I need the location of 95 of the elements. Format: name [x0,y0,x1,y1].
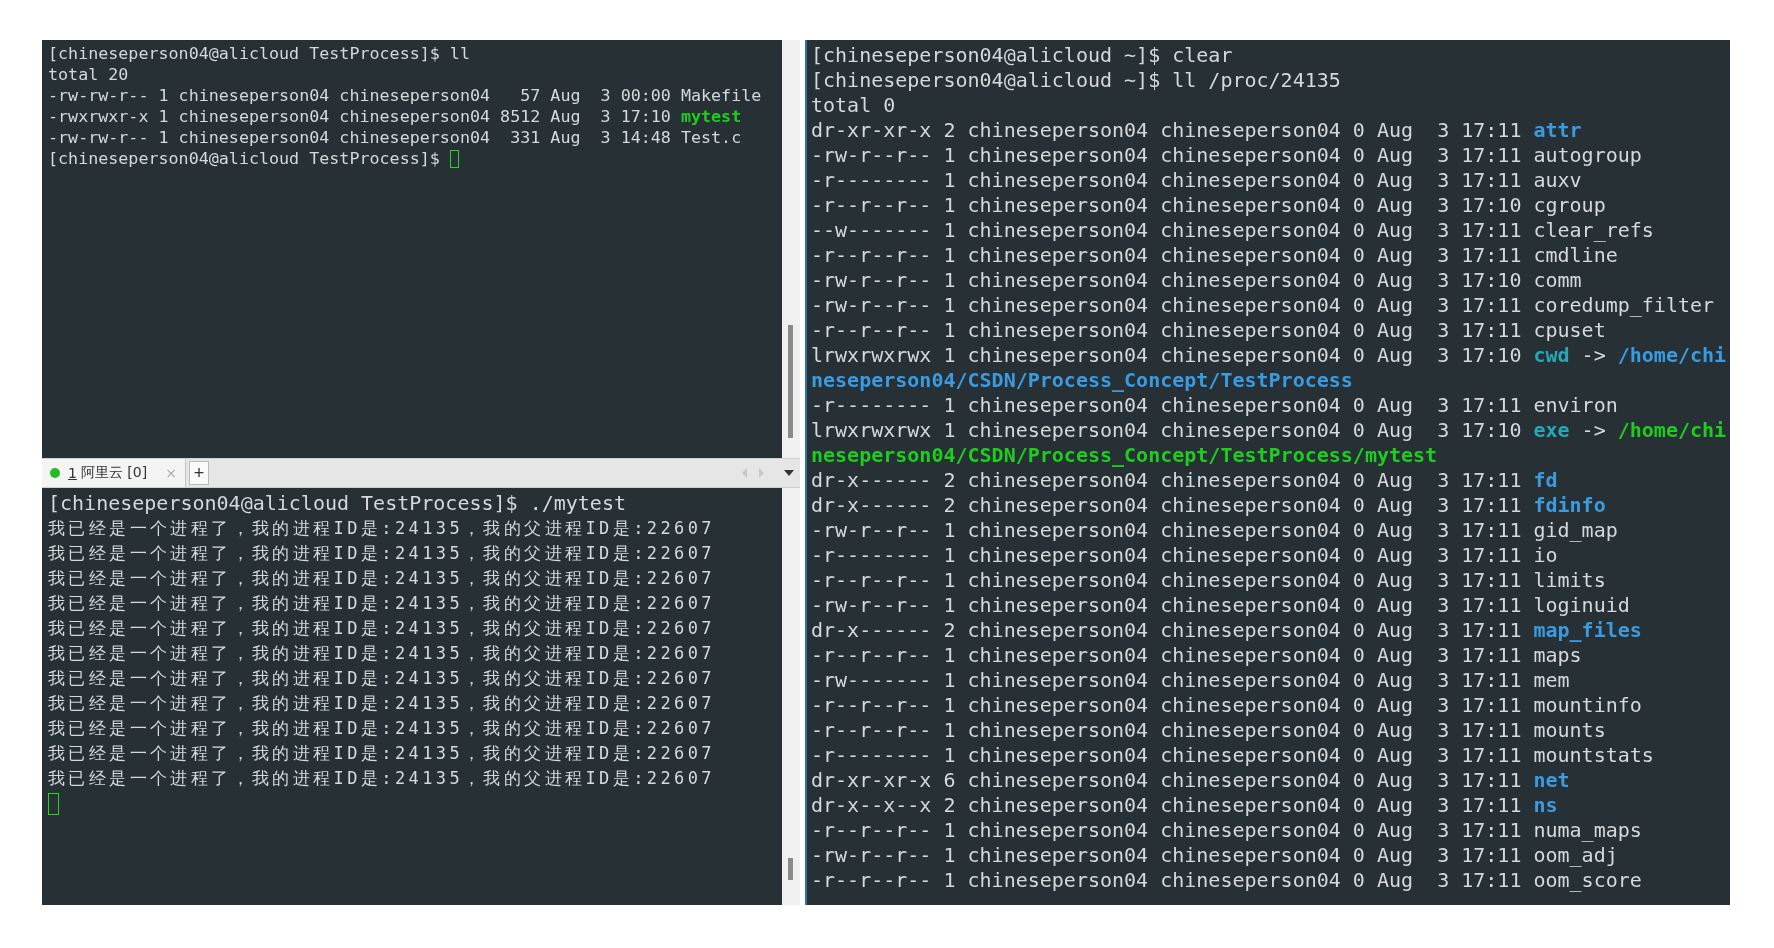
file-name: autogroup [1533,143,1642,168]
listing-details: dr-xr-xr-x 2 chineseperson04 chineseperson04 0 Aug 3 17:11 [811,118,1522,143]
listing-details: -r-------- 1 chineseperson04 chineseperson04 0 Aug 3 17:11 [811,393,1522,418]
link-target: /home/chi [1617,418,1727,443]
listing-details: dr-x--x--x 2 chineseperson04 chineseperson04 0 Aug 3 17:11 [811,793,1522,818]
file-name: io [1533,543,1558,568]
listing-details: -r--r--r-- 1 chineseperson04 chineseperson04 0 Aug 3 17:11 [811,718,1522,743]
file-name: Test.c [680,127,742,148]
program-output: 我已经是一个进程了，我的进程ID是:24135，我的父进程ID是:22607 [48,767,715,790]
program-output: 我已经是一个进程了，我的进程ID是:24135，我的父进程ID是:22607 [48,692,715,715]
listing-details: -r-------- 1 chineseperson04 chineseperson04 0 Aug 3 17:11 [811,743,1522,768]
new-tab-button[interactable]: + [188,461,209,485]
terminal-text: [chineseperson04@alicloud TestProcess]$ ll [48,43,470,64]
listing-details: -rw-r--r-- 1 chineseperson04 chineseperson04 0 Aug 3 17:11 [811,293,1522,318]
program-output: 我已经是一个进程了，我的进程ID是:24135，我的父进程ID是:22607 [48,592,715,615]
listing-details: -rw-rw-r-- 1 chineseperson04 chineseperson04 331 Aug 3 14:48 [48,127,671,148]
directory-name: attr [1533,118,1582,143]
file-name: gid_map [1533,518,1618,543]
file-name: clear_refs [1533,218,1654,243]
listing-details: -rw-r--r-- 1 chineseperson04 chineseperson04 0 Aug 3 17:11 [811,843,1522,868]
link-target: /home/chi [1617,343,1727,368]
program-output: 我已经是一个进程了，我的进程ID是:24135，我的父进程ID是:22607 [48,742,715,765]
listing-details: -r--r--r-- 1 chineseperson04 chineseperson04 0 Aug 3 17:11 [811,818,1522,843]
directory-name: fdinfo [1533,493,1606,518]
file-name: Makefile [680,85,762,106]
file-name: cgroup [1533,193,1606,218]
symlink-name: cwd [1533,343,1570,368]
program-output: 我已经是一个进程了，我的进程ID是:24135，我的父进程ID是:22607 [48,617,715,640]
scroll-left-icon[interactable] [740,467,749,479]
directory-name: fd [1533,468,1558,493]
caret-icon[interactable] [784,470,794,476]
directory-name: map_files [1533,618,1642,643]
listing-details: -r--r--r-- 1 chineseperson04 chineseperson04 0 Aug 3 17:10 [811,193,1522,218]
program-output: 我已经是一个进程了，我的进程ID是:24135，我的父进程ID是:22607 [48,667,715,690]
listing-details: -r--r--r-- 1 chineseperson04 chineseperson04 0 Aug 3 17:11 [811,318,1522,343]
file-name: loginuid [1533,593,1630,618]
listing-details: -r-------- 1 chineseperson04 chineseperson04 0 Aug 3 17:11 [811,543,1522,568]
link-arrow: -> [1581,418,1606,443]
listing-details: -rw-r--r-- 1 chineseperson04 chineseperson04 0 Aug 3 17:11 [811,593,1522,618]
link-target: neseperson04/CSDN/Process_Concept/TestProcess [811,368,1353,393]
file-name: oom_adj [1533,843,1618,868]
symlink-name: exe [1533,418,1570,443]
program-output: 我已经是一个进程了，我的进程ID是:24135，我的父进程ID是:22607 [48,542,715,565]
file-name: limits [1533,568,1606,593]
listing-details: lrwxrwxrwx 1 chineseperson04 chineseperson04 0 Aug 3 17:10 [811,418,1522,443]
listing-details: -rw-r--r-- 1 chineseperson04 chineseperson04 0 Aug 3 17:11 [811,518,1522,543]
file-name: maps [1533,643,1582,668]
file-name: oom_score [1533,868,1642,893]
file-name: cmdline [1533,243,1618,268]
directory-name: net [1533,768,1570,793]
terminal-text: [chineseperson04@alicloud TestProcess]$ [48,148,440,169]
listing-details: -r--r--r-- 1 chineseperson04 chineseperson04 0 Aug 3 17:11 [811,243,1522,268]
listing-details: -rwxrwxr-x 1 chineseperson04 chineseperson04 8512 Aug 3 17:10 [48,106,671,127]
file-name: numa_maps [1533,818,1642,843]
listing-details: dr-x------ 2 chineseperson04 chineseperson04 0 Aug 3 17:11 [811,493,1522,518]
listing-details: --w------- 1 chineseperson04 chineseperson04 0 Aug 3 17:11 [811,218,1522,243]
terminal-text: total 20 [48,64,129,85]
terminal-text: [chineseperson04@alicloud ~]$ ll /proc/24135 [811,68,1341,93]
terminal-text: [chineseperson04@alicloud ~]$ clear [811,43,1233,68]
terminal-text: total 0 [811,93,896,118]
session-tab[interactable]: 1 阿里云 [0] × [42,459,186,487]
link-target: neseperson04/CSDN/Process_Concept/TestProcess/mytest [811,443,1438,468]
tab-number: 1 [68,465,77,481]
tab-label: 阿里云 [0] [80,464,148,482]
file-name: environ [1533,393,1618,418]
terminal-text: [chineseperson04@alicloud TestProcess]$ ./mytest [48,491,626,516]
program-output: 我已经是一个进程了，我的进程ID是:24135，我的父进程ID是:22607 [48,642,715,665]
scroll-right-icon[interactable] [757,467,766,479]
file-name: cpuset [1533,318,1606,343]
listing-details: -r--r--r-- 1 chineseperson04 chineseperson04 0 Aug 3 17:11 [811,868,1522,893]
listing-details: -r--r--r-- 1 chineseperson04 chineseperson04 0 Aug 3 17:11 [811,643,1522,668]
listing-details: -rw-r--r-- 1 chineseperson04 chineseperson04 0 Aug 3 17:10 [811,268,1522,293]
listing-details: dr-x------ 2 chineseperson04 chineseperson04 0 Aug 3 17:11 [811,618,1522,643]
file-name: mountinfo [1533,693,1642,718]
listing-details: -r-------- 1 chineseperson04 chineseperson04 0 Aug 3 17:11 [811,168,1522,193]
listing-details: dr-x------ 2 chineseperson04 chineseperson04 0 Aug 3 17:11 [811,468,1522,493]
executable-name: mytest [680,106,742,127]
link-arrow: -> [1581,343,1606,368]
listing-details: -rw-rw-r-- 1 chineseperson04 chineseperson04 57 Aug 3 00:00 [48,85,671,106]
directory-name: ns [1533,793,1558,818]
listing-details: -rw-r--r-- 1 chineseperson04 chineseperson04 0 Aug 3 17:11 [811,143,1522,168]
listing-details: -rw------- 1 chineseperson04 chineseperson04 0 Aug 3 17:11 [811,668,1522,693]
listing-details: -r--r--r-- 1 chineseperson04 chineseperson04 0 Aug 3 17:11 [811,568,1522,593]
listing-details: -r--r--r-- 1 chineseperson04 chineseperson04 0 Aug 3 17:11 [811,693,1522,718]
listing-details: dr-xr-xr-x 6 chineseperson04 chineseperson04 0 Aug 3 17:11 [811,768,1522,793]
program-output: 我已经是一个进程了，我的进程ID是:24135，我的父进程ID是:22607 [48,567,715,590]
file-name: auxv [1533,168,1582,193]
file-name: mem [1533,668,1570,693]
listing-details: lrwxrwxrwx 1 chineseperson04 chineseperson04 0 Aug 3 17:10 [811,343,1522,368]
file-name: coredump_filter [1533,293,1715,318]
file-name: mounts [1533,718,1606,743]
file-name: mountstats [1533,743,1654,768]
program-output: 我已经是一个进程了，我的进程ID是:24135，我的父进程ID是:22607 [48,517,715,540]
program-output: 我已经是一个进程了，我的进程ID是:24135，我的父进程ID是:22607 [48,717,715,740]
file-name: comm [1533,268,1582,293]
